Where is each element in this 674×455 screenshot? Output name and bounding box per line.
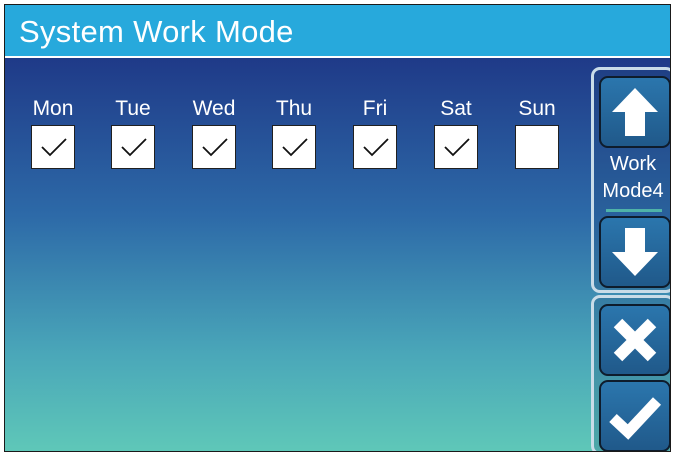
mode-down-button[interactable] xyxy=(599,216,670,288)
check-icon xyxy=(202,138,228,157)
page-title: System Work Mode xyxy=(19,14,294,49)
day-label-wed: Wed xyxy=(192,97,236,120)
day-thu: Thu xyxy=(269,97,319,169)
day-wed: Wed xyxy=(189,97,239,169)
day-sat: Sat xyxy=(431,97,481,169)
day-tue: Tue xyxy=(108,97,158,169)
header-bar: System Work Mode xyxy=(5,5,670,58)
day-label-sat: Sat xyxy=(440,97,472,120)
check-icon xyxy=(282,138,308,157)
action-panel xyxy=(591,295,670,451)
close-icon xyxy=(613,318,657,362)
cancel-button[interactable] xyxy=(599,304,670,376)
day-label-sun: Sun xyxy=(518,97,556,120)
checkbox-mon[interactable] xyxy=(31,125,75,169)
checkmark-icon xyxy=(609,397,662,440)
mode-divider xyxy=(606,209,662,212)
day-fri: Fri xyxy=(350,97,400,169)
checkbox-sun[interactable] xyxy=(515,125,559,169)
check-icon xyxy=(41,138,67,157)
checkbox-wed[interactable] xyxy=(192,125,236,169)
day-label-fri: Fri xyxy=(362,97,388,120)
screen: System Work Mode Mon Tue Wed Thu Fri Sat… xyxy=(4,4,671,452)
day-sun: Sun xyxy=(512,97,562,169)
arrow-down-icon xyxy=(612,228,658,276)
day-label-tue: Tue xyxy=(115,97,151,120)
work-mode-label-line2: Mode4 xyxy=(602,180,664,202)
confirm-button[interactable] xyxy=(599,380,670,451)
check-icon xyxy=(363,138,389,157)
mode-selector-panel: Work Mode4 xyxy=(591,67,670,293)
day-label-mon: Mon xyxy=(32,97,74,120)
check-icon xyxy=(444,138,470,157)
arrow-up-icon xyxy=(612,88,658,136)
work-mode-label-line1: Work xyxy=(609,153,657,175)
check-icon xyxy=(121,138,147,157)
checkbox-thu[interactable] xyxy=(272,125,316,169)
checkbox-tue[interactable] xyxy=(111,125,155,169)
checkbox-sat[interactable] xyxy=(434,125,478,169)
main-content: Mon Tue Wed Thu Fri Sat Sun xyxy=(5,58,670,451)
day-label-thu: Thu xyxy=(275,97,313,120)
day-mon: Mon xyxy=(28,97,78,169)
mode-up-button[interactable] xyxy=(599,76,670,148)
checkbox-fri[interactable] xyxy=(353,125,397,169)
